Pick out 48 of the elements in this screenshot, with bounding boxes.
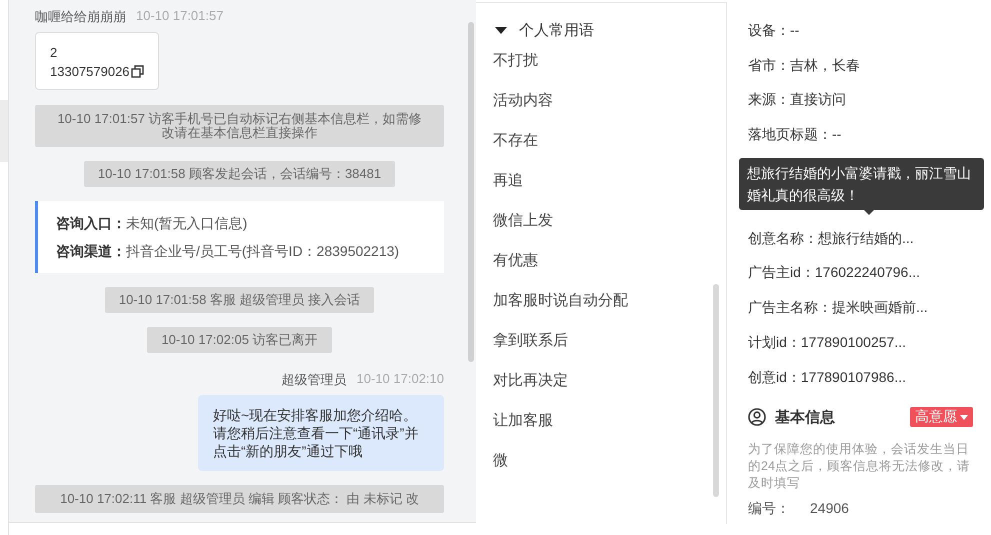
sender-name: 超级管理员 bbox=[282, 371, 347, 389]
phrase-item[interactable]: 微信上发 bbox=[476, 212, 726, 252]
message-time: 10-10 17:02:10 bbox=[356, 371, 444, 388]
info-row: 计划id：177890100257... bbox=[748, 334, 906, 350]
phrase-item[interactable]: 活动内容 bbox=[476, 92, 726, 132]
message-time: 10-10 17:01:57 bbox=[136, 8, 224, 25]
phrase-item[interactable]: 再追 bbox=[476, 172, 726, 212]
info-row: 落地页标题：-- bbox=[748, 126, 842, 142]
message-bubble: 好哒~现在安排客服加您介绍哈。请您稍后注意查看一下“通讯录”并点击“新的朋友”通过下哦 bbox=[198, 395, 444, 471]
field-label: 咨询入口： bbox=[56, 215, 126, 231]
phrase-item[interactable]: 让加客服 bbox=[476, 412, 726, 452]
field-value: 24906 bbox=[810, 500, 849, 516]
phrase-item[interactable]: 加客服时说自动分配 bbox=[476, 292, 726, 332]
scrollbar[interactable] bbox=[468, 22, 474, 362]
caret-icon bbox=[495, 27, 507, 34]
info-row: 广告主名称：提米映画婚前... bbox=[748, 299, 928, 316]
info-row: 设备：-- bbox=[748, 22, 800, 38]
phrase-item[interactable]: 不打扰 bbox=[476, 52, 726, 92]
phrase-item[interactable]: 有优惠 bbox=[476, 252, 726, 292]
info-row: 来源：直接访问 bbox=[748, 91, 846, 108]
scrollbar[interactable] bbox=[713, 284, 719, 497]
phrase-item[interactable]: 拿到联系后 bbox=[476, 332, 726, 372]
system-message: 10-10 17:02:11 客服 超级管理员 编辑 顾客状态： 由 未标记 改 bbox=[35, 485, 444, 513]
sender-name: 咖喱给给崩崩崩 bbox=[35, 8, 126, 26]
system-message: 10-10 17:01:58 顾客发起会话，会话编号：38481 bbox=[84, 161, 396, 187]
message-text: 2 bbox=[50, 44, 58, 62]
copy-icon[interactable] bbox=[130, 65, 144, 78]
info-row: 创意id：177890107986... bbox=[748, 368, 906, 384]
message-text: 13307579026 bbox=[50, 63, 130, 81]
intent-tag-dropdown[interactable]: 高意愿 bbox=[910, 407, 973, 428]
system-message: 10-10 17:02:05 访客已离开 bbox=[147, 327, 332, 353]
tooltip-text: 想旅行结婚的小富婆请戳，丽江雪山婚礼真的很高级！ bbox=[747, 165, 971, 203]
field-value: 抖音企业号/员工号(抖音号ID：2839502213) bbox=[126, 243, 400, 259]
phrase-item[interactable]: 不存在 bbox=[476, 132, 726, 172]
system-message: 10-10 17:01:57 访客手机号已自动标记右侧基本信息栏，如需修改请在基本信息栏直接操作 bbox=[35, 105, 444, 147]
info-row: 省市：吉林，长春 bbox=[748, 56, 860, 73]
phrase-group-header[interactable]: 个人常用语 bbox=[476, 21, 594, 40]
user-circle-icon bbox=[748, 408, 766, 426]
info-row: 创意名称：想旅行结婚的... bbox=[748, 230, 914, 246]
field-label: 编号： bbox=[748, 500, 790, 516]
phrase-item[interactable]: 微 bbox=[476, 452, 726, 492]
field-value: 未知(暂无入口信息) bbox=[126, 215, 248, 231]
system-message: 10-10 17:01:58 客服 超级管理员 接入会话 bbox=[104, 287, 374, 313]
phrase-item[interactable]: 对比再决定 bbox=[476, 372, 726, 412]
field-label: 咨询渠道： bbox=[56, 243, 126, 259]
section-title: 基本信息 bbox=[775, 408, 835, 427]
notice-text: 为了保障您的使用体验，会话发生当日的24点之后，顾客信息将无法修改，请及时填写 bbox=[748, 441, 971, 492]
info-row: 广告主id：176022240796... bbox=[748, 264, 920, 280]
